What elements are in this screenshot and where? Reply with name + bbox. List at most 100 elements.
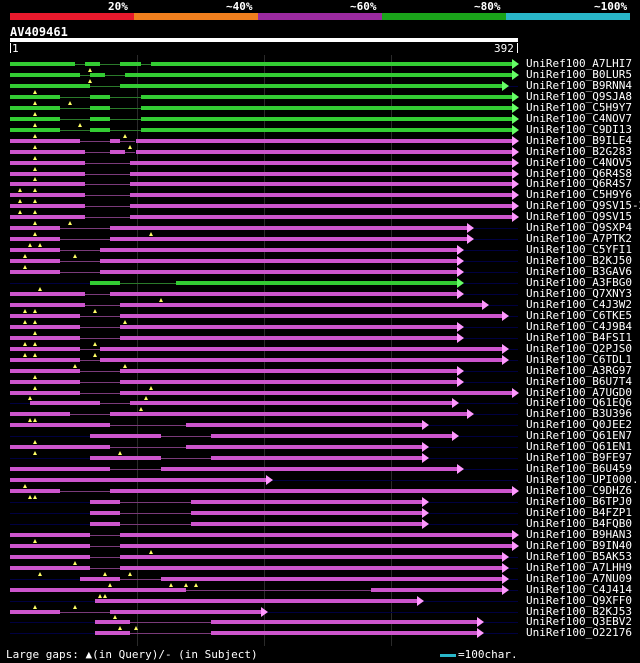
alignment-segment: [10, 587, 186, 592]
alignment-segment: [160, 467, 457, 472]
gap-line: [90, 545, 121, 547]
arrow-head-icon: [512, 69, 519, 80]
arrow-head-icon: [456, 267, 464, 278]
query-gap-triangle-icon: [33, 122, 38, 127]
gap-line: [125, 151, 136, 153]
arrow-head-icon: [416, 595, 424, 606]
gap-line: [60, 272, 101, 274]
alignment-segment: [10, 565, 91, 570]
query-gap-triangle-icon: [113, 615, 118, 620]
gap-line: [90, 567, 121, 569]
alignment-segment: [140, 94, 512, 99]
query-title: AV409461: [10, 25, 68, 39]
query-gap-triangle-icon: [33, 495, 38, 499]
alignment-segment: [210, 631, 477, 636]
alignment-segment: [10, 412, 71, 417]
alignment-segment: [120, 543, 512, 548]
gap-line: [80, 370, 121, 372]
arrow-head-icon: [421, 453, 429, 464]
arrow-head-icon: [501, 551, 509, 562]
query-gap-triangle-icon: [33, 188, 38, 193]
arrow-head-icon: [456, 376, 464, 387]
query-gap-triangle-icon: [28, 418, 33, 423]
arrow-head-icon: [421, 518, 429, 529]
alignment-segment: [90, 521, 121, 526]
gap-line: [85, 173, 131, 175]
hit-row[interactable]: UniRef100_O22176: [0, 626, 640, 639]
query-gap-triangle-icon: [33, 451, 38, 456]
arrow-head-icon: [456, 464, 464, 475]
query-gap-triangle-icon: [183, 582, 188, 587]
alignment-segment: [110, 291, 457, 296]
ruler-tick-start: [10, 43, 11, 53]
alignment-segment: [110, 609, 261, 614]
alignment-segment: [90, 127, 111, 132]
alignment-segment: [10, 259, 61, 264]
arrow-head-icon: [501, 310, 509, 321]
query-gap-triangle-icon: [123, 363, 128, 368]
alignment-segment: [10, 248, 61, 253]
alignment-segment: [10, 291, 86, 296]
gap-line: [140, 64, 151, 65]
alignment-segment: [140, 105, 512, 110]
query-gap-triangle-icon: [108, 582, 113, 587]
gap-line: [85, 184, 131, 186]
alignment-segment: [190, 510, 422, 515]
arrow-head-icon: [466, 234, 474, 245]
query-gap-triangle-icon: [128, 571, 133, 576]
alignment-segment: [100, 357, 502, 362]
query-gap-triangle-icon: [28, 396, 33, 401]
alignment-segment: [100, 346, 502, 351]
gap-legend: Large gaps: ▲(in Query)/- (in Subject): [6, 648, 258, 661]
gap-line: [120, 578, 161, 580]
alignment-segment: [95, 598, 417, 603]
legend-label: ~80%: [474, 0, 501, 13]
alignment-segment: [110, 412, 467, 417]
query-gap-triangle-icon: [78, 122, 83, 127]
query-gap-triangle-icon: [193, 582, 198, 587]
query-gap-triangle-icon: [93, 352, 98, 357]
alignment-segment: [110, 149, 126, 154]
alignment-segment: [185, 445, 422, 450]
query-gap-triangle-icon: [33, 89, 38, 94]
alignment-segment: [130, 215, 512, 220]
alignment-segment: [80, 576, 121, 581]
alignment-segment: [135, 149, 512, 154]
query-gap-triangle-icon: [33, 319, 38, 324]
query-gap-triangle-icon: [168, 582, 173, 587]
gap-line: [110, 107, 141, 109]
alignment-segment: [10, 72, 81, 77]
alignment-segment: [110, 226, 467, 231]
alignment-segment: [10, 204, 86, 209]
arrow-head-icon: [512, 201, 519, 212]
gap-line: [110, 96, 141, 98]
alignment-segment: [140, 116, 512, 121]
arrow-head-icon: [421, 497, 429, 507]
legend-bar: [134, 13, 258, 20]
query-gap-triangle-icon: [33, 308, 38, 313]
scale-bar: [440, 654, 456, 657]
alignment-segment: [10, 94, 61, 99]
alignment-segment: [10, 467, 111, 472]
arrow-head-icon: [476, 628, 484, 639]
alignment-segment: [10, 379, 81, 384]
query-gap-triangle-icon: [33, 418, 38, 423]
gap-line: [160, 436, 211, 438]
query-gap-triangle-icon: [33, 210, 38, 215]
gap-line: [120, 140, 136, 142]
alignment-segment: [110, 489, 512, 494]
gap-line: [185, 589, 372, 591]
alignment-segment: [10, 193, 86, 198]
arrow-head-icon: [421, 442, 429, 453]
gap-line: [130, 622, 211, 624]
alignment-segment: [90, 281, 121, 285]
query-gap-triangle-icon: [33, 111, 38, 116]
alignment-segment: [10, 127, 61, 132]
hit-label[interactable]: UniRef100_O22176: [526, 626, 632, 639]
legend-bar: [382, 13, 506, 20]
query-gap-triangle-icon: [18, 199, 23, 204]
query-gap-triangle-icon: [128, 144, 133, 149]
alignment-segment: [10, 182, 86, 187]
alignment-segment: [100, 259, 457, 264]
gap-line: [130, 633, 211, 635]
